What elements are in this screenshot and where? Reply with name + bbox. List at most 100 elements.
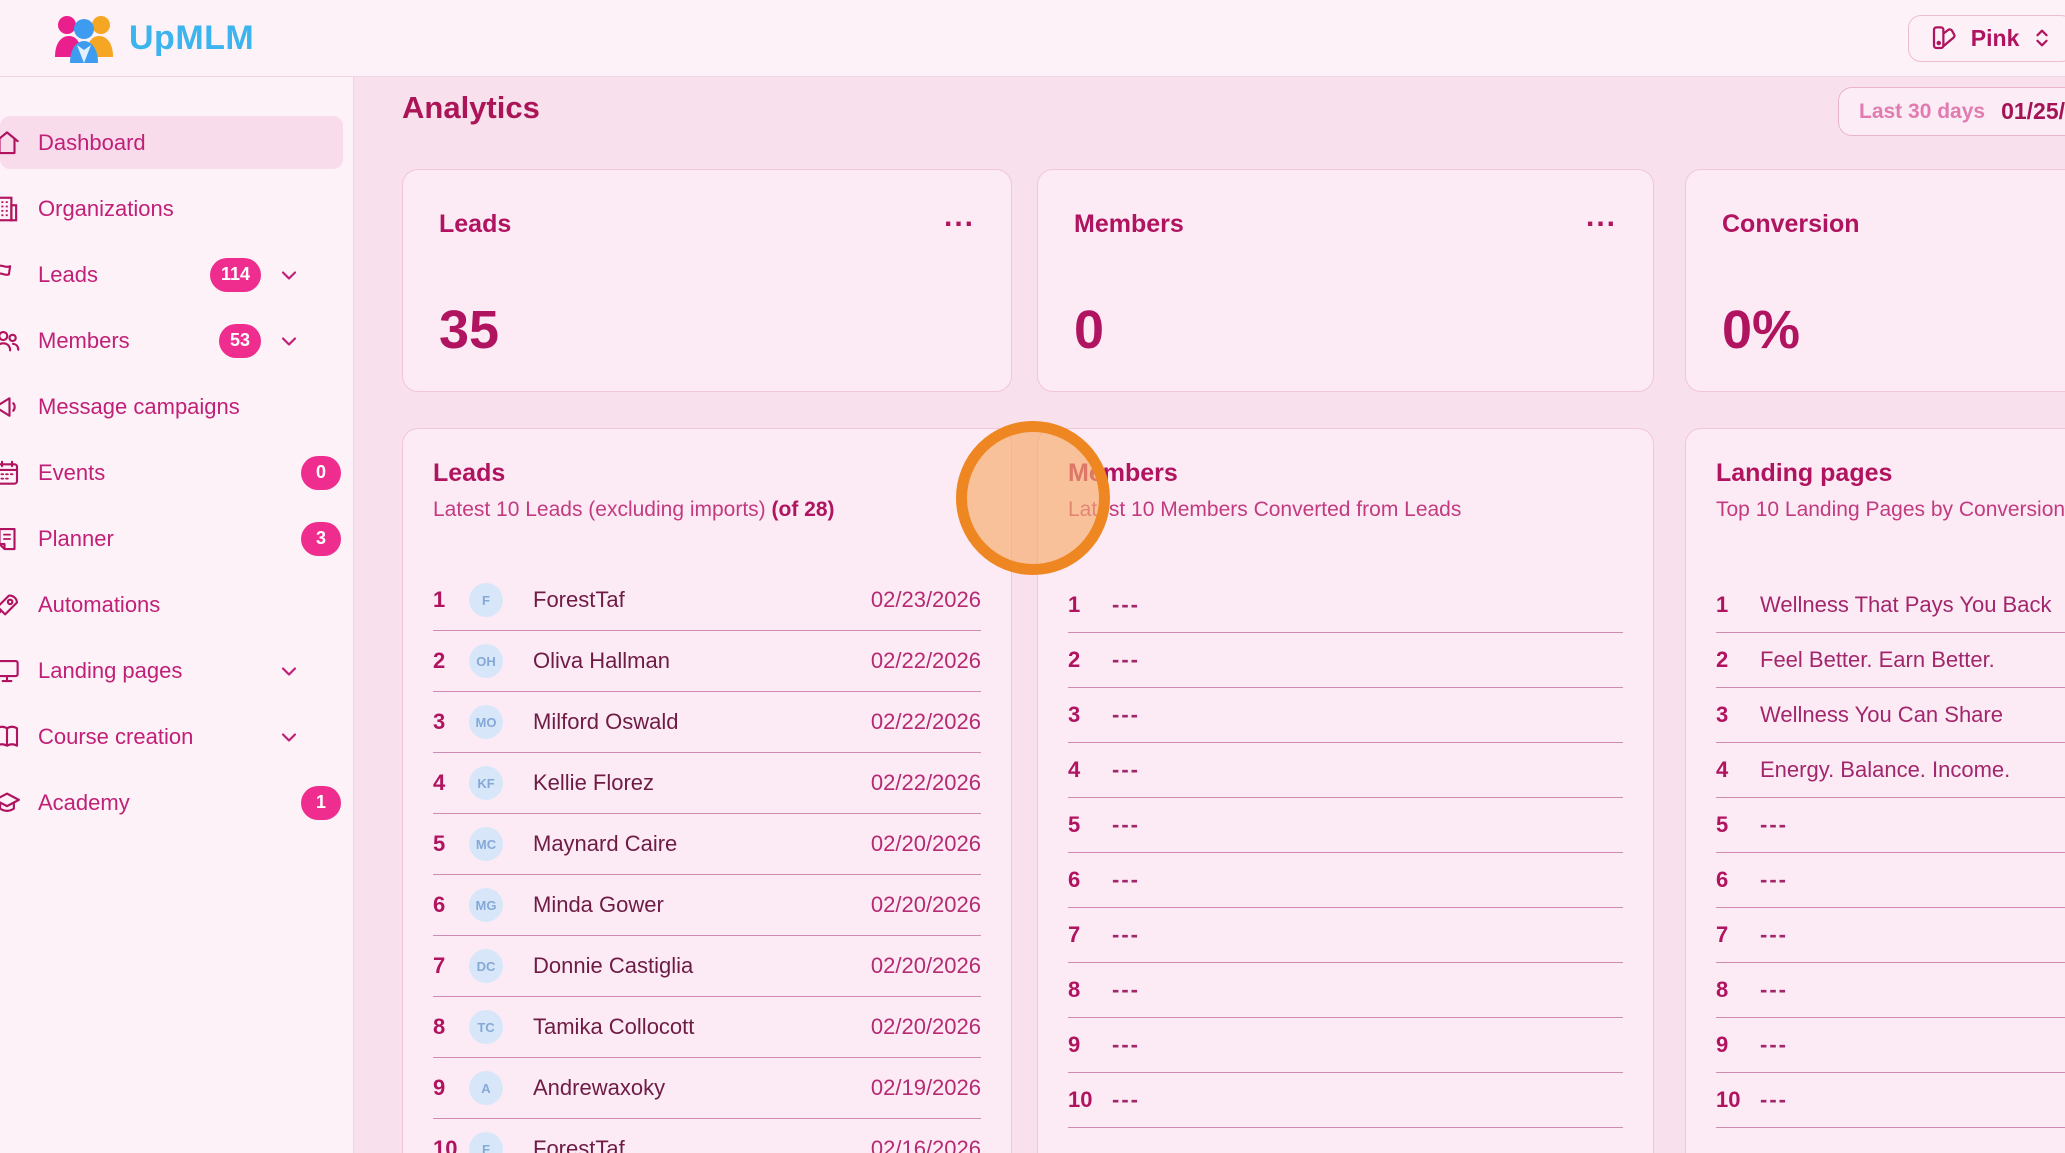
member-row: 3 --- [1068, 688, 1623, 743]
sidebar-item-landing-pages[interactable]: Landing pages [0, 644, 343, 697]
sidebar-item-planner[interactable]: Planner 3 [0, 512, 343, 565]
stat-card-leads: Leads ... 35 [402, 169, 1012, 392]
sidebar-item-label: Planner [38, 526, 114, 552]
avatar: MC [469, 827, 503, 861]
lead-row[interactable]: 5 MC Maynard Caire 02/20/2026 [433, 814, 981, 875]
theme-selector-button[interactable]: Pink [1908, 15, 2065, 62]
avatar: F [469, 583, 503, 617]
stat-card-conversion: Conversion 0% [1685, 169, 2065, 392]
landing-pages-panel-subtitle: Top 10 Landing Pages by Conversions [1716, 498, 2065, 522]
landing-page-row: 10 --- [1716, 1073, 2065, 1128]
sidebar-item-course-creation[interactable]: Course creation [0, 710, 343, 763]
chevron-down-icon [277, 263, 301, 287]
card-menu-button[interactable]: ... [944, 210, 975, 224]
rocket-icon [0, 590, 22, 620]
landing-page-row[interactable]: 4 Energy. Balance. Income. [1716, 743, 2065, 798]
lead-row[interactable]: 10 F ForestTaf 02/16/2026 [433, 1119, 981, 1153]
events-count-badge: 0 [301, 456, 341, 490]
date-range-start: 01/25/20 [2001, 98, 2065, 125]
avatar: OH [469, 644, 503, 678]
avatar: A [469, 1071, 503, 1105]
avatar: MO [469, 705, 503, 739]
people-group-logo-icon [53, 12, 115, 64]
sidebar-item-academy[interactable]: Academy 1 [0, 776, 343, 829]
member-row: 6 --- [1068, 853, 1623, 908]
lead-row[interactable]: 3 MO Milford Oswald 02/22/2026 [433, 692, 981, 753]
member-row: 5 --- [1068, 798, 1623, 853]
sidebar-item-members[interactable]: Members 53 [0, 314, 343, 367]
avatar: F [469, 1132, 503, 1153]
landing-page-row[interactable]: 3 Wellness You Can Share [1716, 688, 2065, 743]
megaphone-icon [0, 392, 22, 422]
academy-count-badge: 1 [301, 786, 341, 820]
lead-row[interactable]: 1 F ForestTaf 02/23/2026 [433, 570, 981, 631]
card-menu-button[interactable]: ... [1586, 210, 1617, 224]
sidebar-item-label: Members [38, 328, 130, 354]
lead-row[interactable]: 4 KF Kellie Florez 02/22/2026 [433, 753, 981, 814]
stat-card-title: Members [1074, 210, 1184, 239]
sidebar-item-organizations[interactable]: Organizations [0, 182, 343, 235]
member-row: 9 --- [1068, 1018, 1623, 1073]
member-row: 7 --- [1068, 908, 1623, 963]
landing-page-row[interactable]: 2 Feel Better. Earn Better. [1716, 633, 2065, 688]
sidebar-item-message-campaigns[interactable]: Message campaigns [0, 380, 343, 433]
leads-count-badge: 114 [210, 258, 261, 292]
chevron-down-icon [277, 659, 301, 683]
landing-page-row: 7 --- [1716, 908, 2065, 963]
brand: UpMLM [53, 12, 254, 64]
members-panel-title: Members [1068, 459, 1623, 488]
landing-page-row: 5 --- [1716, 798, 2065, 853]
stat-card-value: 0% [1722, 299, 2065, 361]
member-row: 4 --- [1068, 743, 1623, 798]
page-title: Analytics [402, 90, 540, 126]
avatar: MG [469, 888, 503, 922]
sidebar-item-label: Leads [38, 262, 98, 288]
stat-card-title: Conversion [1722, 210, 1860, 239]
sidebar-item-label: Automations [38, 592, 160, 618]
leads-list: 1 F ForestTaf 02/23/2026 2 OH Oliva Hall… [433, 570, 981, 1153]
leads-panel: Leads Latest 10 Leads (excluding imports… [402, 428, 1012, 1153]
clipboard-icon [0, 524, 22, 554]
avatar: DC [469, 949, 503, 983]
date-range-picker[interactable]: Last 30 days 01/25/20 [1838, 87, 2065, 136]
building-icon [0, 194, 22, 224]
lead-row[interactable]: 2 OH Oliva Hallman 02/22/2026 [433, 631, 981, 692]
sidebar-item-label: Events [38, 460, 105, 486]
avatar: KF [469, 766, 503, 800]
brand-name: UpMLM [129, 19, 254, 58]
planner-count-badge: 3 [301, 522, 341, 556]
member-row: 1 --- [1068, 578, 1623, 633]
landing-page-row[interactable]: 1 Wellness That Pays You Back [1716, 578, 2065, 633]
stat-card-value: 35 [439, 299, 975, 361]
lead-row[interactable]: 6 MG Minda Gower 02/20/2026 [433, 875, 981, 936]
members-panel: Members Latest 10 Members Converted from… [1037, 428, 1654, 1153]
member-row: 8 --- [1068, 963, 1623, 1018]
chevron-down-icon [277, 725, 301, 749]
home-icon [0, 128, 22, 158]
lead-row[interactable]: 9 A Andrewaxoky 02/19/2026 [433, 1058, 981, 1119]
sidebar-item-leads[interactable]: Leads 114 [0, 248, 343, 301]
avatar: TC [469, 1010, 503, 1044]
sidebar-item-label: Message campaigns [38, 394, 240, 420]
lead-row[interactable]: 8 TC Tamika Collocott 02/20/2026 [433, 997, 981, 1058]
member-row: 10 --- [1068, 1073, 1623, 1128]
members-panel-subtitle: Latest 10 Members Converted from Leads [1068, 498, 1623, 522]
sidebar-item-label: Academy [38, 790, 130, 816]
leads-panel-subtitle: Latest 10 Leads (excluding imports) (of … [433, 498, 981, 522]
sidebar-item-label: Dashboard [38, 130, 146, 156]
book-icon [0, 722, 22, 752]
sidebar-item-automations[interactable]: Automations [0, 578, 343, 631]
lead-row[interactable]: 7 DC Donnie Castiglia 02/20/2026 [433, 936, 981, 997]
header-actions: Pink U [1908, 15, 2065, 62]
member-row: 2 --- [1068, 633, 1623, 688]
sidebar-item-dashboard[interactable]: Dashboard [0, 116, 343, 169]
members-count-badge: 53 [219, 324, 261, 358]
calendar-icon [0, 458, 22, 488]
sidebar: Dashboard Organizations Leads 114 Member… [0, 77, 354, 1153]
monitor-icon [0, 656, 22, 686]
stat-card-title: Leads [439, 210, 511, 239]
chevron-down-icon [277, 329, 301, 353]
graduation-cap-icon [0, 788, 22, 818]
theme-selector-label: Pink [1971, 25, 2020, 52]
sidebar-item-events[interactable]: Events 0 [0, 446, 343, 499]
